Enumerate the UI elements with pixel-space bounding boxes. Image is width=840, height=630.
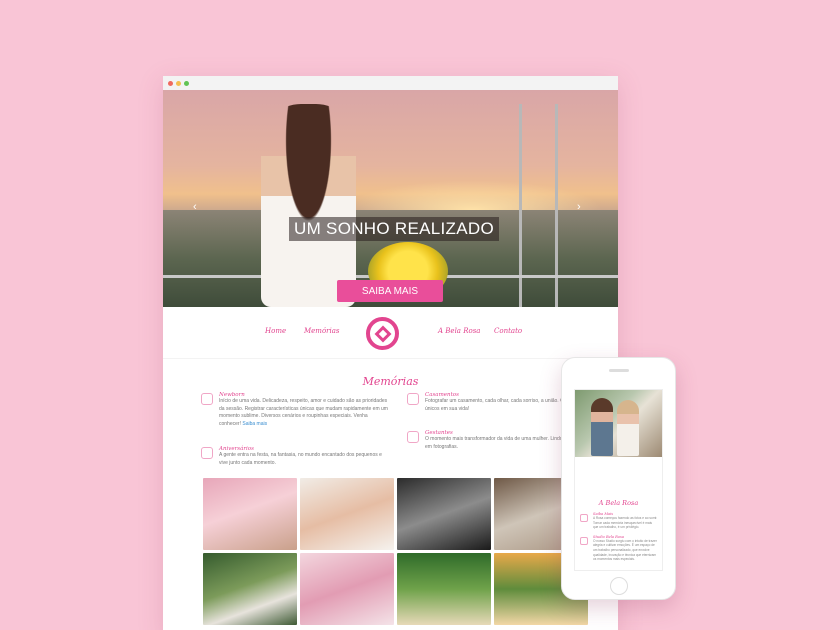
gift-icon xyxy=(201,447,213,459)
nav-item-contato[interactable]: Contato xyxy=(494,327,522,335)
hero-title: UM SONHO REALIZADO xyxy=(289,217,499,241)
phone-feature-text: A Rosa começou fazendo as fotos e ao sor… xyxy=(593,516,658,530)
photo-gallery xyxy=(203,478,588,625)
gallery-photo[interactable] xyxy=(397,553,491,625)
hero-slider: ‹ › UM SONHO REALIZADO SAIBA MAIS xyxy=(163,90,618,307)
service-text: Início de uma vida. Delicadeza, respeito… xyxy=(219,398,388,427)
phone-screen: A Bela Rosa Saiba Mais A Rosa começou fa… xyxy=(574,389,663,571)
close-dot-icon[interactable] xyxy=(168,80,173,86)
hero-bride-image xyxy=(261,104,356,307)
gallery-photo[interactable] xyxy=(397,478,491,550)
service-text: A gente entra na festa, na fantasia, no … xyxy=(219,452,382,466)
saiba-mais-link[interactable]: Saiba mais xyxy=(242,421,267,427)
baby-icon xyxy=(201,393,213,405)
camera-icon xyxy=(580,536,588,545)
phone-feature-studio: Studio Bela Rosa O nosso Studio surgiu c… xyxy=(575,535,662,562)
nav-item-a-bela-rosa[interactable]: A Bela Rosa xyxy=(438,327,480,335)
phone-feature-text: O nosso Studio surgiu com o intuito de t… xyxy=(593,538,657,562)
phone-mockup: A Bela Rosa Saiba Mais A Rosa começou fa… xyxy=(561,357,676,600)
desktop-browser-mockup: ‹ › UM SONHO REALIZADO SAIBA MAIS Home M… xyxy=(163,76,618,630)
minimize-dot-icon[interactable] xyxy=(176,80,181,86)
browser-chrome xyxy=(163,76,618,90)
slider-next-arrow-icon[interactable]: › xyxy=(577,201,581,213)
gallery-photo[interactable] xyxy=(300,553,394,625)
service-aniversarios: Aniversários A gente entra na festa, na … xyxy=(201,446,391,467)
maximize-dot-icon[interactable] xyxy=(184,80,189,86)
gallery-photo[interactable] xyxy=(300,478,394,550)
main-nav: Home Memórias A Bela Rosa Contato xyxy=(163,307,618,359)
service-newborn: Newborn Início de uma vida. Delicadeza, … xyxy=(201,392,391,428)
phone-speaker xyxy=(609,369,629,372)
dress-icon xyxy=(580,514,588,522)
gallery-photo[interactable] xyxy=(203,478,297,550)
pregnant-icon xyxy=(407,431,419,443)
rings-icon xyxy=(407,393,419,405)
services-section: Newborn Início de uma vida. Delicadeza, … xyxy=(163,388,618,488)
bela-rosa-logo-icon[interactable] xyxy=(366,317,399,350)
gallery-photo[interactable] xyxy=(203,553,297,625)
memorias-title: Memórias xyxy=(362,375,419,388)
slider-prev-arrow-icon[interactable]: ‹ xyxy=(193,201,197,213)
saiba-mais-button[interactable]: SAIBA MAIS xyxy=(337,280,443,302)
nav-item-memorias[interactable]: Memórias xyxy=(304,327,340,335)
phone-feature-saiba-mais: Saiba Mais A Rosa começou fazendo as fot… xyxy=(575,512,662,530)
phone-couple-photo xyxy=(575,390,662,457)
phone-section-title: A Bela Rosa xyxy=(598,499,639,507)
nav-item-home[interactable]: Home xyxy=(265,327,286,335)
phone-home-button[interactable] xyxy=(610,577,628,595)
